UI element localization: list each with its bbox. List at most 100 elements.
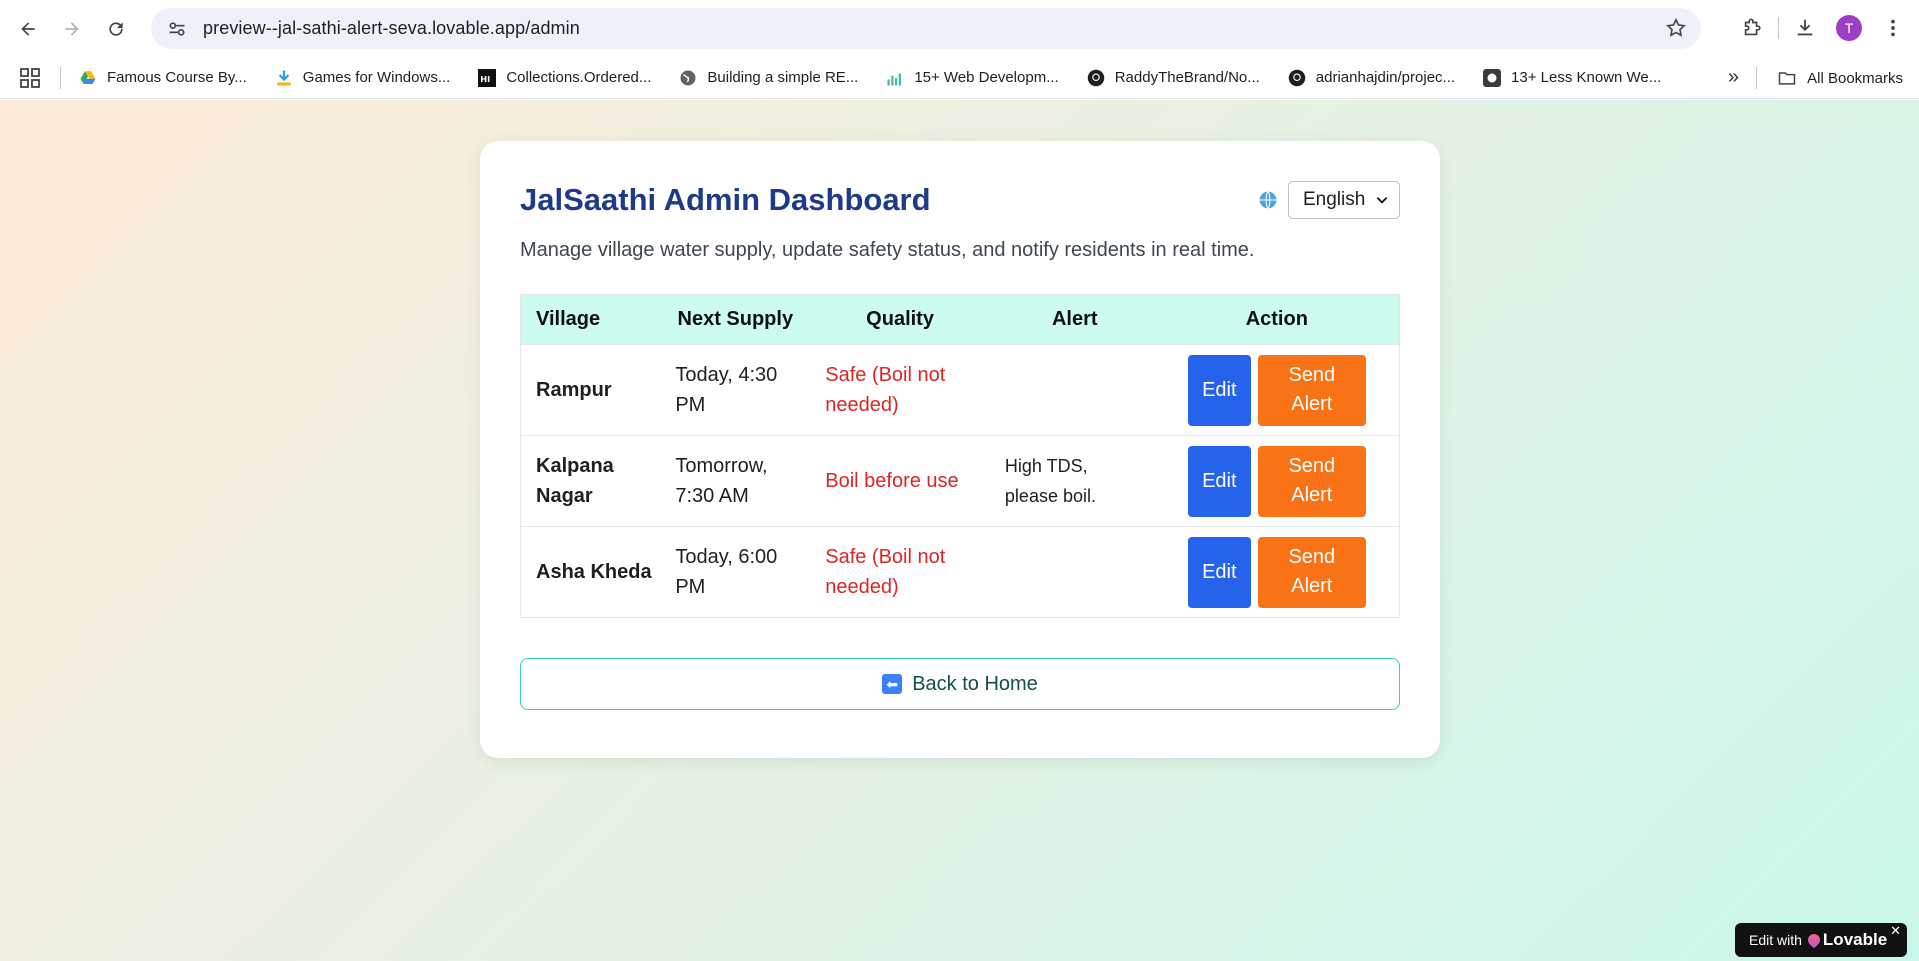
bookmark-item[interactable]: 13+ Less Known We... (1483, 68, 1662, 87)
bookmark-label: Games for Windows... (302, 69, 451, 86)
folder-icon (1778, 72, 1796, 85)
bookmark-star-icon[interactable] (1665, 17, 1687, 39)
page-subtitle: Manage village water supply, update safe… (520, 239, 1255, 261)
reload-button[interactable] (98, 11, 134, 47)
page-title: JalSaathi Admin Dashboard (520, 182, 931, 217)
svg-text:HI: HI (481, 73, 491, 83)
next-supply-cell: Today, 4:30 PM (665, 344, 806, 436)
menu-button[interactable] (1875, 10, 1911, 46)
badge-brand: Lovable (1822, 930, 1888, 949)
send-alert-button[interactable]: Send Alert (1257, 354, 1366, 426)
next-supply-cell: Today, 6:00 PM (665, 526, 806, 618)
globe-icon (679, 69, 697, 87)
forward-nav-button[interactable] (54, 11, 90, 47)
send-alert-button[interactable]: Send Alert (1257, 445, 1366, 517)
browser-toolbar: preview--jal-sathi-alert-seva.lovable.ap… (0, 0, 1919, 57)
arrow-left-icon (21, 21, 35, 36)
bookmark-label: RaddyTheBrand/No... (1114, 69, 1260, 86)
dashboard-card: JalSaathi Admin Dashboard English Manage… (480, 141, 1440, 758)
next-supply-cell: Tomorrow, 7:30 AM (665, 435, 806, 527)
site-icon (1483, 68, 1502, 87)
table-row: Asha Kheda Today, 6:00 PM Safe (Boil not… (520, 526, 1400, 618)
language-switcher: English (1258, 181, 1400, 219)
table-row: Rampur Today, 4:30 PM Safe (Boil not nee… (520, 344, 1400, 436)
bookmark-label: Collections.Ordered... (506, 69, 652, 86)
bookmark-item[interactable]: RaddyTheBrand/No... (1087, 69, 1260, 87)
bookmarks-divider (1756, 67, 1758, 89)
language-select[interactable]: English (1288, 181, 1400, 219)
bookmarks-bar: Famous Course By... Games for Windows...… (0, 57, 1919, 99)
page-background: JalSaathi Admin Dashboard English Manage… (0, 100, 1919, 961)
site-settings-icon[interactable] (165, 17, 189, 41)
bookmark-label: 13+ Less Known We... (1511, 69, 1662, 86)
profile-button[interactable]: T (1831, 10, 1867, 46)
address-bar[interactable]: preview--jal-sathi-alert-seva.lovable.ap… (151, 8, 1701, 49)
back-nav-button[interactable] (10, 11, 46, 47)
send-alert-button[interactable]: Send Alert (1257, 536, 1366, 608)
chevron-double-right-icon[interactable]: » (1728, 66, 1739, 89)
close-icon[interactable]: ✕ (1890, 923, 1901, 939)
downloads-button[interactable] (1787, 10, 1823, 46)
bookmark-label: Famous Course By... (107, 69, 247, 86)
bookmark-item[interactable]: HI Collections.Ordered... (478, 68, 652, 87)
edit-with-lovable-badge[interactable]: Edit with Lovable ✕ (1735, 923, 1907, 957)
reload-icon (109, 21, 123, 36)
extensions-button[interactable] (1734, 10, 1770, 46)
puzzle-icon (1744, 18, 1761, 36)
bookmark-item[interactable]: adrianhajdin/projec... (1288, 69, 1455, 87)
language-select-value: English (1303, 189, 1366, 210)
quality-cell: Boil before use (805, 435, 995, 527)
toolbar-divider (1778, 17, 1779, 39)
quality-cell: Safe (Boil not needed) (805, 344, 995, 436)
kebab-menu-icon (1891, 19, 1895, 37)
edit-button[interactable]: Edit (1187, 354, 1251, 426)
column-header: Alert (994, 294, 1155, 345)
chevron-down-icon (1376, 197, 1388, 204)
badge-prefix: Edit with (1749, 932, 1802, 948)
bookmark-item[interactable]: Games for Windows... (275, 69, 451, 87)
column-header: Village (520, 294, 666, 345)
column-header: Quality (805, 294, 995, 345)
gfg-icon: HI (478, 68, 497, 87)
back-to-home-button[interactable]: ⬅ Back to Home (520, 658, 1400, 710)
action-cell: EditSend Alert (1154, 435, 1400, 527)
all-bookmarks-button[interactable]: All Bookmarks (1756, 67, 1903, 89)
bookmark-label: 15+ Web Developm... (914, 69, 1059, 86)
bookmark-item[interactable]: 15+ Web Developm... (886, 69, 1059, 87)
arrow-right-icon (65, 21, 79, 36)
quality-cell: Safe (Boil not needed) (805, 526, 995, 618)
village-cell: Asha Kheda (520, 526, 666, 618)
bookmark-item[interactable]: Building a simple RE... (679, 69, 858, 87)
column-header: Action (1154, 294, 1400, 345)
village-cell: Rampur (520, 344, 666, 436)
edit-button[interactable]: Edit (1187, 536, 1251, 608)
table-row: Kalpana Nagar Tomorrow, 7:30 AM Boil bef… (520, 435, 1400, 527)
download-arrow-icon (275, 69, 293, 87)
villages-table: Village Next Supply Quality Alert Action… (520, 294, 1400, 618)
action-cell: EditSend Alert (1154, 526, 1400, 618)
alert-cell: High TDS, please boil. (994, 435, 1155, 527)
globe-icon (1259, 191, 1277, 209)
all-bookmarks-label: All Bookmarks (1807, 69, 1903, 87)
action-cell: EditSend Alert (1154, 344, 1400, 436)
lovable-logo: Lovable (1805, 930, 1888, 950)
download-icon (1797, 19, 1813, 36)
drive-icon (79, 69, 97, 87)
github-icon (1288, 69, 1306, 87)
alert-cell (994, 526, 1155, 618)
bookmark-item[interactable]: Famous Course By... (79, 69, 247, 87)
url-text[interactable]: preview--jal-sathi-alert-seva.lovable.ap… (203, 18, 580, 39)
bookmark-label: Building a simple RE... (707, 69, 859, 86)
github-icon (1087, 69, 1105, 87)
column-header: Next Supply (665, 294, 806, 345)
chart-icon (886, 69, 904, 87)
back-arrow-icon: ⬅ (882, 674, 903, 694)
heart-icon (1805, 931, 1823, 949)
bookmark-label: adrianhajdin/projec... (1315, 69, 1456, 86)
back-to-home-label: Back to Home (912, 672, 1038, 695)
alert-cell (994, 344, 1155, 436)
edit-button[interactable]: Edit (1187, 445, 1251, 517)
bookmarks-divider (60, 66, 61, 89)
avatar: T (1836, 15, 1862, 41)
apps-grid-icon[interactable] (18, 66, 42, 90)
